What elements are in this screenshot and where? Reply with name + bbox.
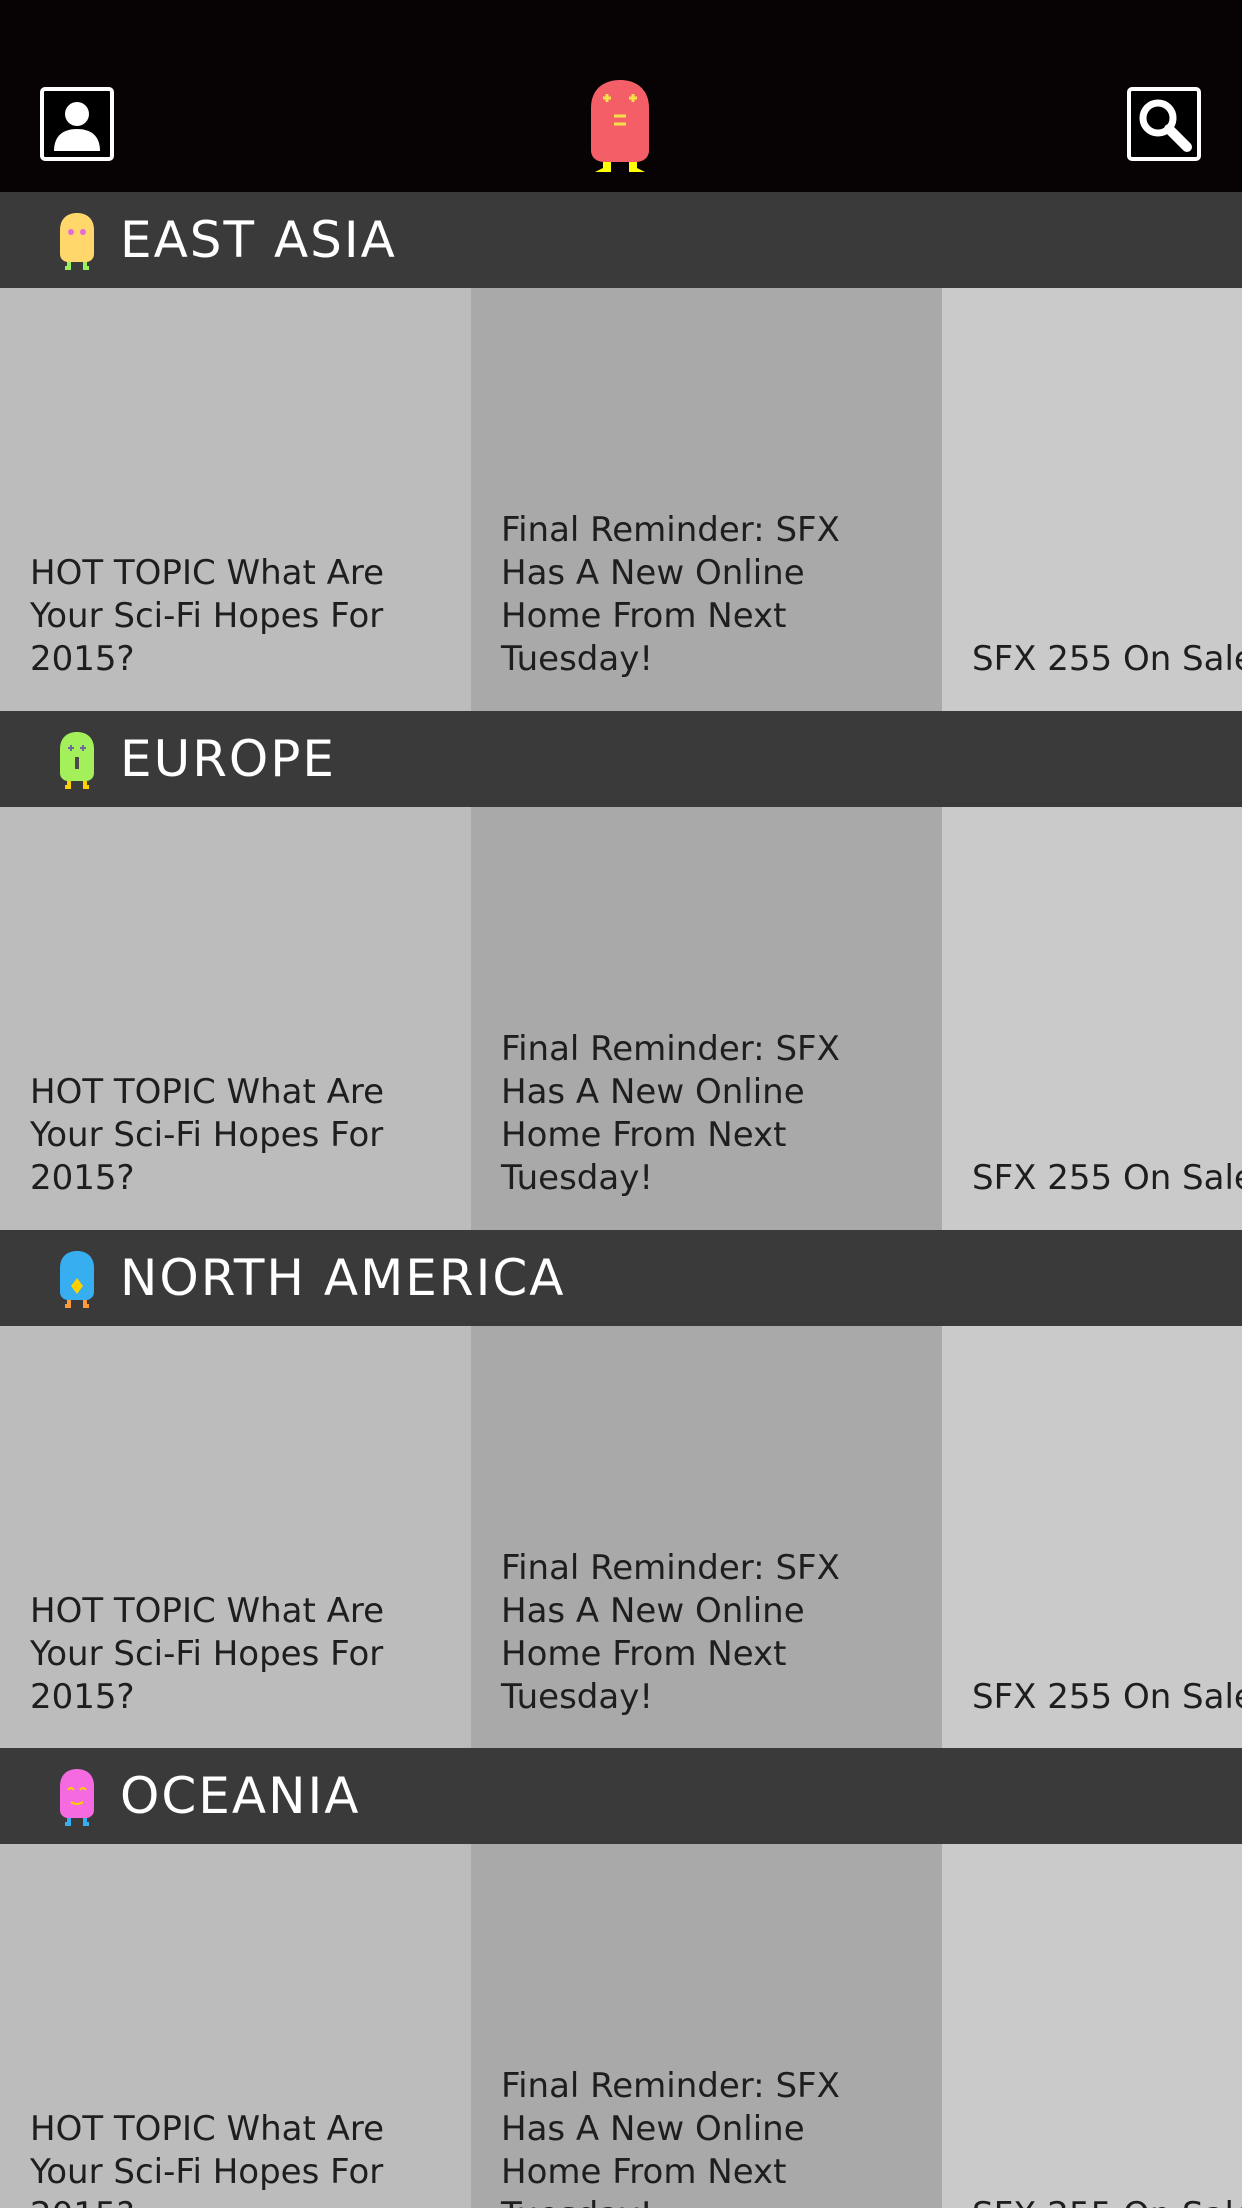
article-card[interactable]: Final Reminder: SFX Has A New Online Hom…: [471, 288, 942, 711]
article-title: HOT TOPIC What Are Your Sci-Fi Hopes For…: [30, 1072, 385, 1198]
article-card[interactable]: SFX 255 On Sale: [942, 1326, 1242, 1749]
article-title: Final Reminder: SFX Has A New Online Hom…: [501, 1029, 840, 1198]
mascot-icon: [60, 732, 94, 789]
article-card[interactable]: HOT TOPIC What Are Your Sci-Fi Hopes For…: [0, 288, 471, 711]
article-title: HOT TOPIC What Are Your Sci-Fi Hopes For…: [30, 553, 385, 679]
magnifier-icon: [1139, 99, 1192, 152]
article-title: Final Reminder: SFX Has A New Online Hom…: [501, 1548, 840, 1717]
article-card[interactable]: SFX 255 On Sale: [942, 807, 1242, 1230]
profile-button[interactable]: [40, 87, 114, 161]
article-title: SFX 255 On Sale: [972, 2194, 1242, 2208]
section-header-europe[interactable]: EUROPE: [0, 711, 1242, 807]
section-header-oceania[interactable]: OCEANIA: [0, 1748, 1242, 1844]
app-root: EAST ASIA HOT TOPIC What Are Your Sci-Fi…: [0, 0, 1242, 2208]
mascot-icon: [60, 1769, 94, 1826]
article-title: HOT TOPIC What Are Your Sci-Fi Hopes For…: [30, 1591, 385, 1717]
article-card[interactable]: Final Reminder: SFX Has A New Online Hom…: [471, 807, 942, 1230]
article-card[interactable]: HOT TOPIC What Are Your Sci-Fi Hopes For…: [0, 1844, 471, 2208]
person-icon: [54, 102, 100, 151]
section-title: NORTH AMERICA: [120, 1249, 566, 1307]
article-card[interactable]: HOT TOPIC What Are Your Sci-Fi Hopes For…: [0, 1326, 471, 1749]
article-title: HOT TOPIC What Are Your Sci-Fi Hopes For…: [30, 2109, 385, 2208]
card-row-europe: HOT TOPIC What Are Your Sci-Fi Hopes For…: [0, 807, 1242, 1230]
article-title: SFX 255 On Sale: [972, 1677, 1242, 1717]
article-card[interactable]: SFX 255 On Sale: [942, 288, 1242, 711]
section-title: OCEANIA: [120, 1767, 361, 1825]
card-row-oceania: HOT TOPIC What Are Your Sci-Fi Hopes For…: [0, 1844, 1242, 2208]
article-title: Final Reminder: SFX Has A New Online Hom…: [501, 510, 840, 679]
section-header-north-america[interactable]: NORTH AMERICA: [0, 1230, 1242, 1326]
mascot-icon: [60, 1251, 94, 1308]
mascot-icon: [60, 213, 94, 270]
card-row-north-america: HOT TOPIC What Are Your Sci-Fi Hopes For…: [0, 1326, 1242, 1749]
article-card[interactable]: Final Reminder: SFX Has A New Online Hom…: [471, 1326, 942, 1749]
article-title: Final Reminder: SFX Has A New Online Hom…: [501, 2066, 840, 2208]
card-row-east-asia: HOT TOPIC What Are Your Sci-Fi Hopes For…: [0, 288, 1242, 711]
section-title: EAST ASIA: [120, 211, 397, 269]
section-header-east-asia[interactable]: EAST ASIA: [0, 192, 1242, 288]
search-button[interactable]: [1127, 87, 1201, 161]
article-title: SFX 255 On Sale: [972, 639, 1242, 679]
article-title: SFX 255 On Sale: [972, 1158, 1242, 1198]
top-bar: [0, 0, 1242, 192]
section-title: EUROPE: [120, 730, 337, 788]
article-card[interactable]: HOT TOPIC What Are Your Sci-Fi Hopes For…: [0, 807, 471, 1230]
mascot-logo-icon[interactable]: [583, 78, 657, 174]
article-card[interactable]: SFX 255 On Sale: [942, 1844, 1242, 2208]
article-card[interactable]: Final Reminder: SFX Has A New Online Hom…: [471, 1844, 942, 2208]
